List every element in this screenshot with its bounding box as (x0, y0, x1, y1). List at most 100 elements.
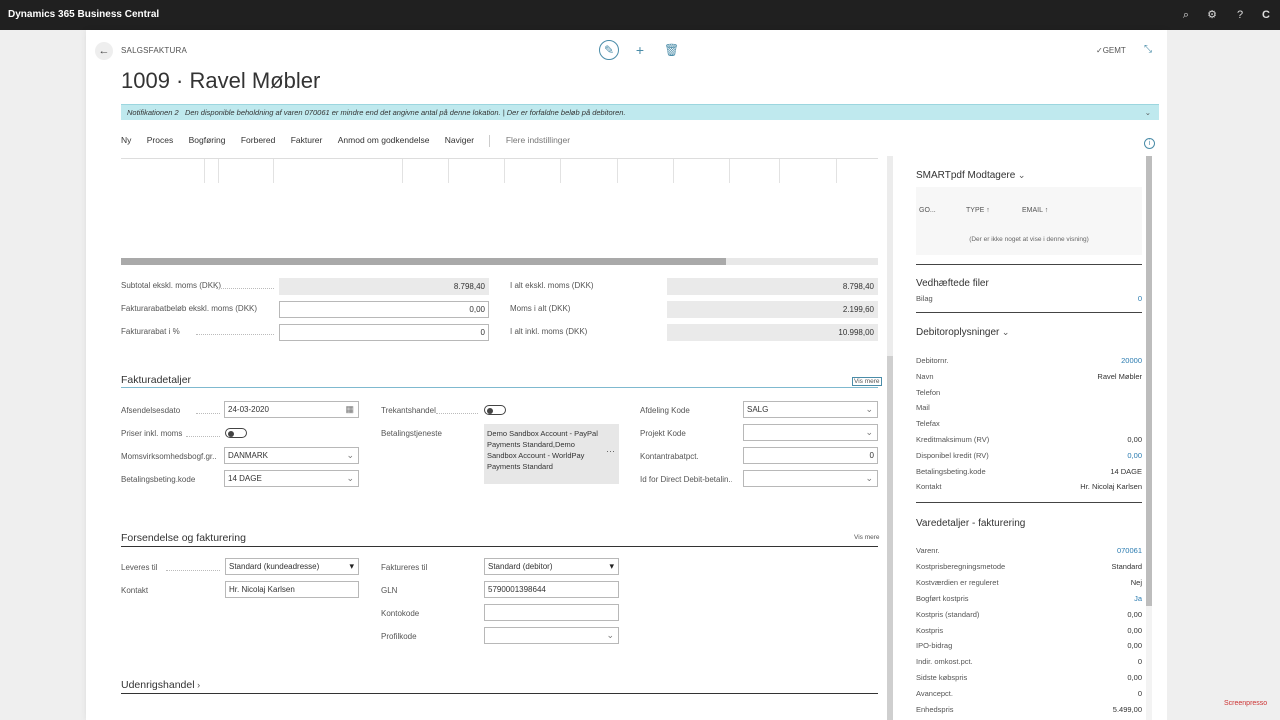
discount-pct-input[interactable]: 0 (279, 324, 489, 341)
app-title[interactable]: Dynamics 365 Business Central (8, 9, 159, 20)
factbox-row-label: Kostprisberegningsmetode (916, 561, 1006, 571)
account-code-input[interactable] (484, 604, 619, 621)
grid-column-divider (402, 159, 403, 183)
account-code-label: Kontokode (381, 609, 420, 618)
horizontal-scrollbar[interactable] (121, 258, 878, 265)
profile-code-select[interactable]: ⌄ (484, 627, 619, 644)
factbox-row-label: Sidste købspris (916, 673, 968, 683)
bill-to-select[interactable]: Standard (debitor) ▾ (484, 558, 619, 575)
action-naviger[interactable]: Naviger (445, 135, 474, 145)
grid-column-divider (448, 159, 449, 183)
gln-input[interactable]: 5790001398644 (484, 581, 619, 598)
shipment-date-label: Afsendelsesdato (121, 406, 181, 415)
column-go[interactable]: GO... (919, 207, 936, 214)
delete-icon[interactable]: 🗑 (664, 43, 679, 57)
add-icon[interactable]: + (633, 42, 647, 58)
vat-total-label: Moms i alt (DKK) (510, 304, 571, 313)
action-fakturer[interactable]: Fakturer (291, 135, 323, 145)
calendar-icon[interactable]: ▦ (345, 402, 354, 417)
factbox-row-value[interactable]: Ja (1134, 594, 1142, 603)
notification-bar[interactable]: Notifikationen 2 Den disponible beholdni… (121, 104, 1159, 120)
payment-terms-value: 14 DAGE (228, 474, 262, 483)
factbox-row: Betalingsbeting.kode 14 DAGE (916, 467, 1142, 481)
section-divider (121, 546, 878, 547)
factbox-row-label: Kostpris (standard) (916, 609, 980, 619)
payment-service-box[interactable]: Demo Sandbox Account - PayPal Payments S… (484, 424, 619, 484)
smartpdf-title[interactable]: SMARTpdf Modtagere ⌄ (916, 170, 1025, 181)
dropdown-arrow-icon: ▾ (349, 561, 354, 571)
action-divider (489, 135, 491, 147)
grid-column-divider (504, 159, 505, 183)
cash-discount-label: Kontantrabatpct. (640, 452, 699, 461)
payment-terms-select[interactable]: 14 DAGE ⌄ (224, 470, 359, 487)
shipping-show-more[interactable]: Vis mere (854, 534, 880, 541)
collapse-icon[interactable]: ⤡ (1144, 44, 1152, 55)
help-icon[interactable]: ? (1232, 7, 1248, 23)
prices-incl-vat-toggle[interactable] (225, 428, 247, 438)
page-title: 1009 · Ravel Møbler (121, 68, 321, 93)
cash-discount-input[interactable]: 0 (743, 447, 878, 464)
attachments-title: Vedhæftede filer (916, 278, 989, 289)
attachments-count[interactable]: 0 (1138, 294, 1142, 303)
triangulation-toggle[interactable] (484, 405, 506, 415)
department-select[interactable]: SALG ⌄ (743, 401, 878, 418)
chevron-down-icon[interactable]: ⌄ (1145, 105, 1151, 120)
settings-icon[interactable]: ⚙ (1204, 7, 1220, 23)
right-background (1167, 30, 1280, 720)
dotted-leader (186, 436, 220, 437)
more-options-icon[interactable]: ··· (606, 446, 615, 457)
factbox-row-value[interactable]: 0,00 (1127, 451, 1142, 460)
column-type[interactable]: TYPE ↑ (966, 207, 990, 214)
factbox-row-value: 5.499,00 (1112, 705, 1142, 714)
user-avatar[interactable]: C (1258, 7, 1274, 23)
customer-info-title[interactable]: Debitoroplysninger ⌄ (916, 327, 1009, 338)
action-ny[interactable]: Ny (121, 135, 131, 145)
vat-bus-posting-select[interactable]: DANMARK ⌄ (224, 447, 359, 464)
scrollbar-thumb[interactable] (1146, 156, 1152, 606)
foreign-trade-title[interactable]: Udenrigshandel › (121, 679, 200, 691)
action-bogforing[interactable]: Bogføring (189, 135, 226, 145)
invoice-details-show-more[interactable]: Vis mere (852, 377, 882, 386)
edit-pencil-icon[interactable]: ✎ (599, 40, 619, 60)
search-icon[interactable]: ⌕ (1178, 7, 1194, 23)
dotted-leader (196, 334, 274, 335)
scrollbar-thumb[interactable] (887, 356, 893, 720)
attachments-row: Bilag 0 (916, 294, 1142, 303)
section-divider (121, 387, 878, 388)
saved-status: ✓GEMT (1096, 46, 1126, 55)
factbox-row-label: Enhedspris (916, 705, 954, 714)
shipping-title[interactable]: Forsendelse og fakturering (121, 532, 246, 544)
action-proces[interactable]: Proces (147, 135, 173, 145)
project-select[interactable]: ⌄ (743, 424, 878, 441)
page-card: ← SALGSFAKTURA 1009 · Ravel Møbler ✎ + 🗑… (86, 30, 1167, 720)
factbox-row-value[interactable]: 20000 (1121, 356, 1142, 365)
back-arrow-icon[interactable]: ← (95, 42, 113, 60)
factbox-row-value: 0 (1137, 657, 1142, 667)
section-divider (121, 693, 878, 694)
vat-bus-posting-value: DANMARK (228, 451, 269, 460)
factbox-row-value[interactable]: 070061 (1117, 546, 1142, 555)
grid-column-divider (218, 159, 219, 183)
page-caption: SALGSFAKTURA (121, 46, 187, 55)
factbox-row-value: Standard (1111, 561, 1142, 571)
direct-debit-select[interactable]: ⌄ (743, 470, 878, 487)
info-icon[interactable]: i (1144, 138, 1155, 149)
ship-to-select[interactable]: Standard (kundeadresse) ▾ (225, 558, 359, 575)
factbox-row-label: Mail (916, 403, 930, 413)
action-more-options[interactable]: Flere indstillinger (506, 135, 570, 145)
contact-input[interactable]: Hr. Nicolaj Karlsen (225, 581, 359, 598)
invoice-details-title[interactable]: Fakturadetaljer (121, 374, 191, 386)
factbox-scrollbar[interactable] (1146, 156, 1152, 720)
discount-amount-input[interactable]: 0,00 (279, 301, 489, 318)
dropdown-arrow-icon: ▾ (609, 561, 614, 571)
vat-bus-posting-label: Momsvirksomhedsbogf.gr... (121, 452, 217, 461)
factbox-row-value: Nej (1130, 577, 1142, 587)
chevron-down-icon: ⌄ (865, 473, 873, 483)
action-forbered[interactable]: Forbered (241, 135, 276, 145)
smartpdf-list: GO... TYPE ↑ EMAIL ↑ (Der er ikke noget … (916, 187, 1142, 255)
action-anmod[interactable]: Anmod om godkendelse (338, 135, 430, 145)
scrollbar-thumb[interactable] (121, 258, 726, 265)
shipment-date-input[interactable]: 24-03-2020 ▦ (224, 401, 359, 418)
column-email[interactable]: EMAIL ↑ (1022, 207, 1048, 214)
content-scrollbar[interactable] (887, 156, 893, 720)
